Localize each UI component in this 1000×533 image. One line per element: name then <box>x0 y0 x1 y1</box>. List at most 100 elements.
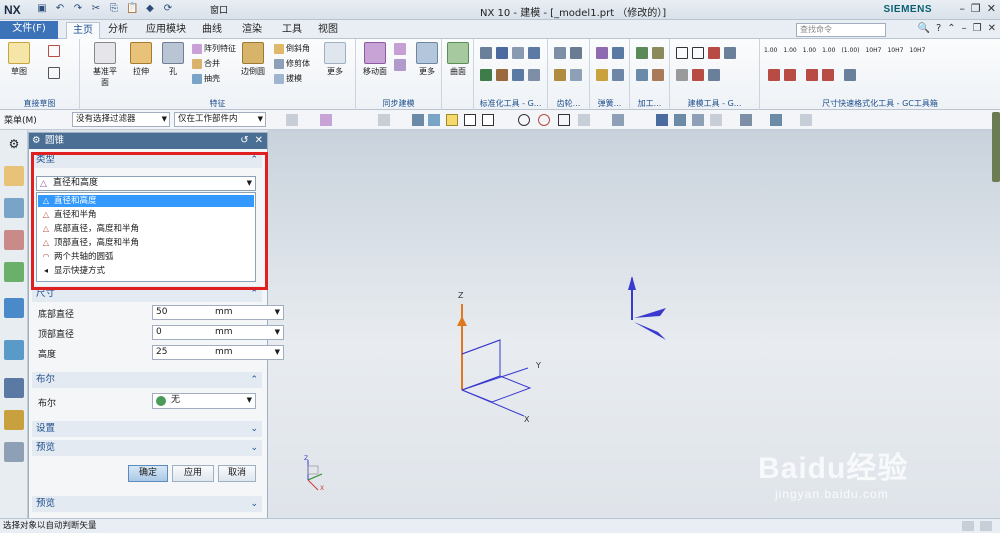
curve-icon[interactable] <box>48 45 60 57</box>
tab-file[interactable]: 文件(F) <box>0 21 58 39</box>
chamfer-button[interactable]: 倒斜角 <box>274 43 310 54</box>
tool-icon[interactable] <box>528 47 540 59</box>
rectangle-icon[interactable] <box>48 67 60 79</box>
tool-icon[interactable] <box>496 47 508 59</box>
rotate-icon[interactable] <box>674 114 686 126</box>
snap-point-icon[interactable] <box>446 114 458 126</box>
dim-format-button[interactable]: 10H7 <box>865 47 881 54</box>
snap-icon[interactable] <box>286 114 298 126</box>
palette-icon[interactable] <box>4 410 24 430</box>
draft-button[interactable]: 拔模 <box>274 73 302 84</box>
tool-icon[interactable] <box>724 47 736 59</box>
minimize-icon[interactable]: – <box>959 2 965 15</box>
height-field[interactable]: 25 mm ▼ <box>152 345 284 360</box>
unite-button[interactable]: 合并 <box>192 58 220 69</box>
tool-icon[interactable] <box>708 69 720 81</box>
save-icon[interactable]: ▣ <box>36 3 48 15</box>
spring-icon[interactable] <box>596 69 608 81</box>
view-icon[interactable] <box>428 114 440 126</box>
viewport-side-tab[interactable] <box>992 112 1000 182</box>
surface-button[interactable]: 曲面 <box>443 42 473 77</box>
pan-icon[interactable] <box>692 114 704 126</box>
machining-icon[interactable] <box>652 47 664 59</box>
preview-panel-header[interactable]: 预览 ⌄ <box>32 496 262 512</box>
reuse-library-icon[interactable] <box>4 262 24 282</box>
repeat-icon[interactable]: ⟳ <box>162 3 174 15</box>
trim-body-button[interactable]: 修剪体 <box>274 58 310 69</box>
spring-icon[interactable] <box>596 47 608 59</box>
tool-icon[interactable] <box>496 69 508 81</box>
select-icon[interactable] <box>378 114 390 126</box>
dimension-icon[interactable] <box>806 69 818 81</box>
tab-curve[interactable]: 曲线 <box>198 22 226 39</box>
dimension-icon[interactable] <box>784 69 796 81</box>
zoom-icon[interactable] <box>710 114 722 126</box>
constraint-navigator-icon[interactable] <box>4 230 24 250</box>
dim-format-button[interactable]: 1.00 <box>764 47 777 54</box>
copy-icon[interactable]: ⎘ <box>108 3 120 15</box>
line-icon[interactable] <box>482 114 494 126</box>
machining-icon[interactable] <box>636 47 648 59</box>
restore-icon[interactable]: ❐ <box>973 23 982 34</box>
dimension-icon[interactable] <box>844 69 856 81</box>
roles-icon[interactable] <box>4 442 24 462</box>
gear-icon[interactable]: ⚙ <box>32 133 41 149</box>
view-orient-icon[interactable] <box>770 114 782 126</box>
status-icon[interactable] <box>980 521 992 531</box>
tab-tools[interactable]: 工具 <box>278 22 306 39</box>
select-icon[interactable] <box>320 114 332 126</box>
spring-icon[interactable] <box>612 69 624 81</box>
command-search-input[interactable]: 查找命令 <box>796 23 886 37</box>
part-navigator-icon[interactable] <box>4 166 24 186</box>
dim-format-button[interactable]: 1.00 <box>822 47 835 54</box>
machining-icon[interactable] <box>652 69 664 81</box>
dimension-icon[interactable] <box>822 69 834 81</box>
minimize-icon[interactable]: – <box>962 23 967 34</box>
tab-analysis[interactable]: 分析 <box>104 22 132 39</box>
web-browser-icon[interactable] <box>4 298 24 318</box>
bottom-diameter-field[interactable]: 50 mm ▼ <box>152 305 284 320</box>
circle-icon[interactable] <box>538 114 550 126</box>
edge-blend-button[interactable]: 边倒圆 <box>238 42 268 77</box>
history-icon[interactable] <box>4 340 24 360</box>
plus-icon[interactable] <box>558 114 570 126</box>
cut-icon[interactable]: ✂ <box>90 3 102 15</box>
boolean-select[interactable]: 无 ▼ <box>152 393 256 409</box>
cancel-button[interactable]: 取消 <box>218 465 256 482</box>
tool-icon[interactable] <box>612 114 624 126</box>
gear-icon[interactable] <box>554 47 566 59</box>
circle-center-icon[interactable] <box>518 114 530 126</box>
paste-icon[interactable]: 📋 <box>126 3 138 15</box>
line-icon[interactable] <box>464 114 476 126</box>
gear-icon[interactable] <box>554 69 566 81</box>
tool-icon[interactable] <box>578 114 590 126</box>
type-filter-select[interactable]: 没有选择过滤器 ▼ <box>72 112 170 127</box>
array-feature-button[interactable]: 阵列特征 <box>192 43 236 54</box>
close-icon[interactable]: ✕ <box>987 2 996 15</box>
render-style-icon[interactable] <box>740 114 752 126</box>
gear-icon[interactable] <box>570 69 582 81</box>
tool-icon[interactable] <box>676 69 688 81</box>
tool-icon[interactable] <box>528 69 540 81</box>
sketch-button[interactable]: 草图 <box>4 42 34 77</box>
curve-icon[interactable] <box>500 114 512 126</box>
datum-plane-button[interactable]: 基准平面 <box>90 42 120 88</box>
window-menu[interactable]: 窗口 <box>210 3 228 16</box>
ribbon-collapse-icon[interactable]: ⌃ <box>947 23 955 34</box>
apply-button[interactable]: 应用 <box>172 465 214 482</box>
view-icon[interactable] <box>412 114 424 126</box>
settings-section-header[interactable]: 设置 ⌄ <box>32 421 262 437</box>
shell-button[interactable]: 抽壳 <box>192 73 220 84</box>
touch-mode-icon[interactable]: ◆ <box>144 3 156 15</box>
move-face-button[interactable]: 移动面 <box>360 42 390 77</box>
menu-button[interactable]: 菜单(M) <box>4 113 37 126</box>
clock-icon[interactable] <box>4 378 24 398</box>
shape-icon[interactable] <box>692 47 704 59</box>
hole-button[interactable]: 孔 <box>158 42 188 77</box>
extrude-button[interactable]: 拉伸 <box>126 42 156 77</box>
dim-format-button[interactable]: 10H7 <box>887 47 903 54</box>
dim-format-button[interactable]: 1.00 <box>803 47 816 54</box>
undo-icon[interactable]: ↶ <box>54 3 66 15</box>
dimension-icon[interactable] <box>768 69 780 81</box>
tab-view[interactable]: 视图 <box>314 22 342 39</box>
